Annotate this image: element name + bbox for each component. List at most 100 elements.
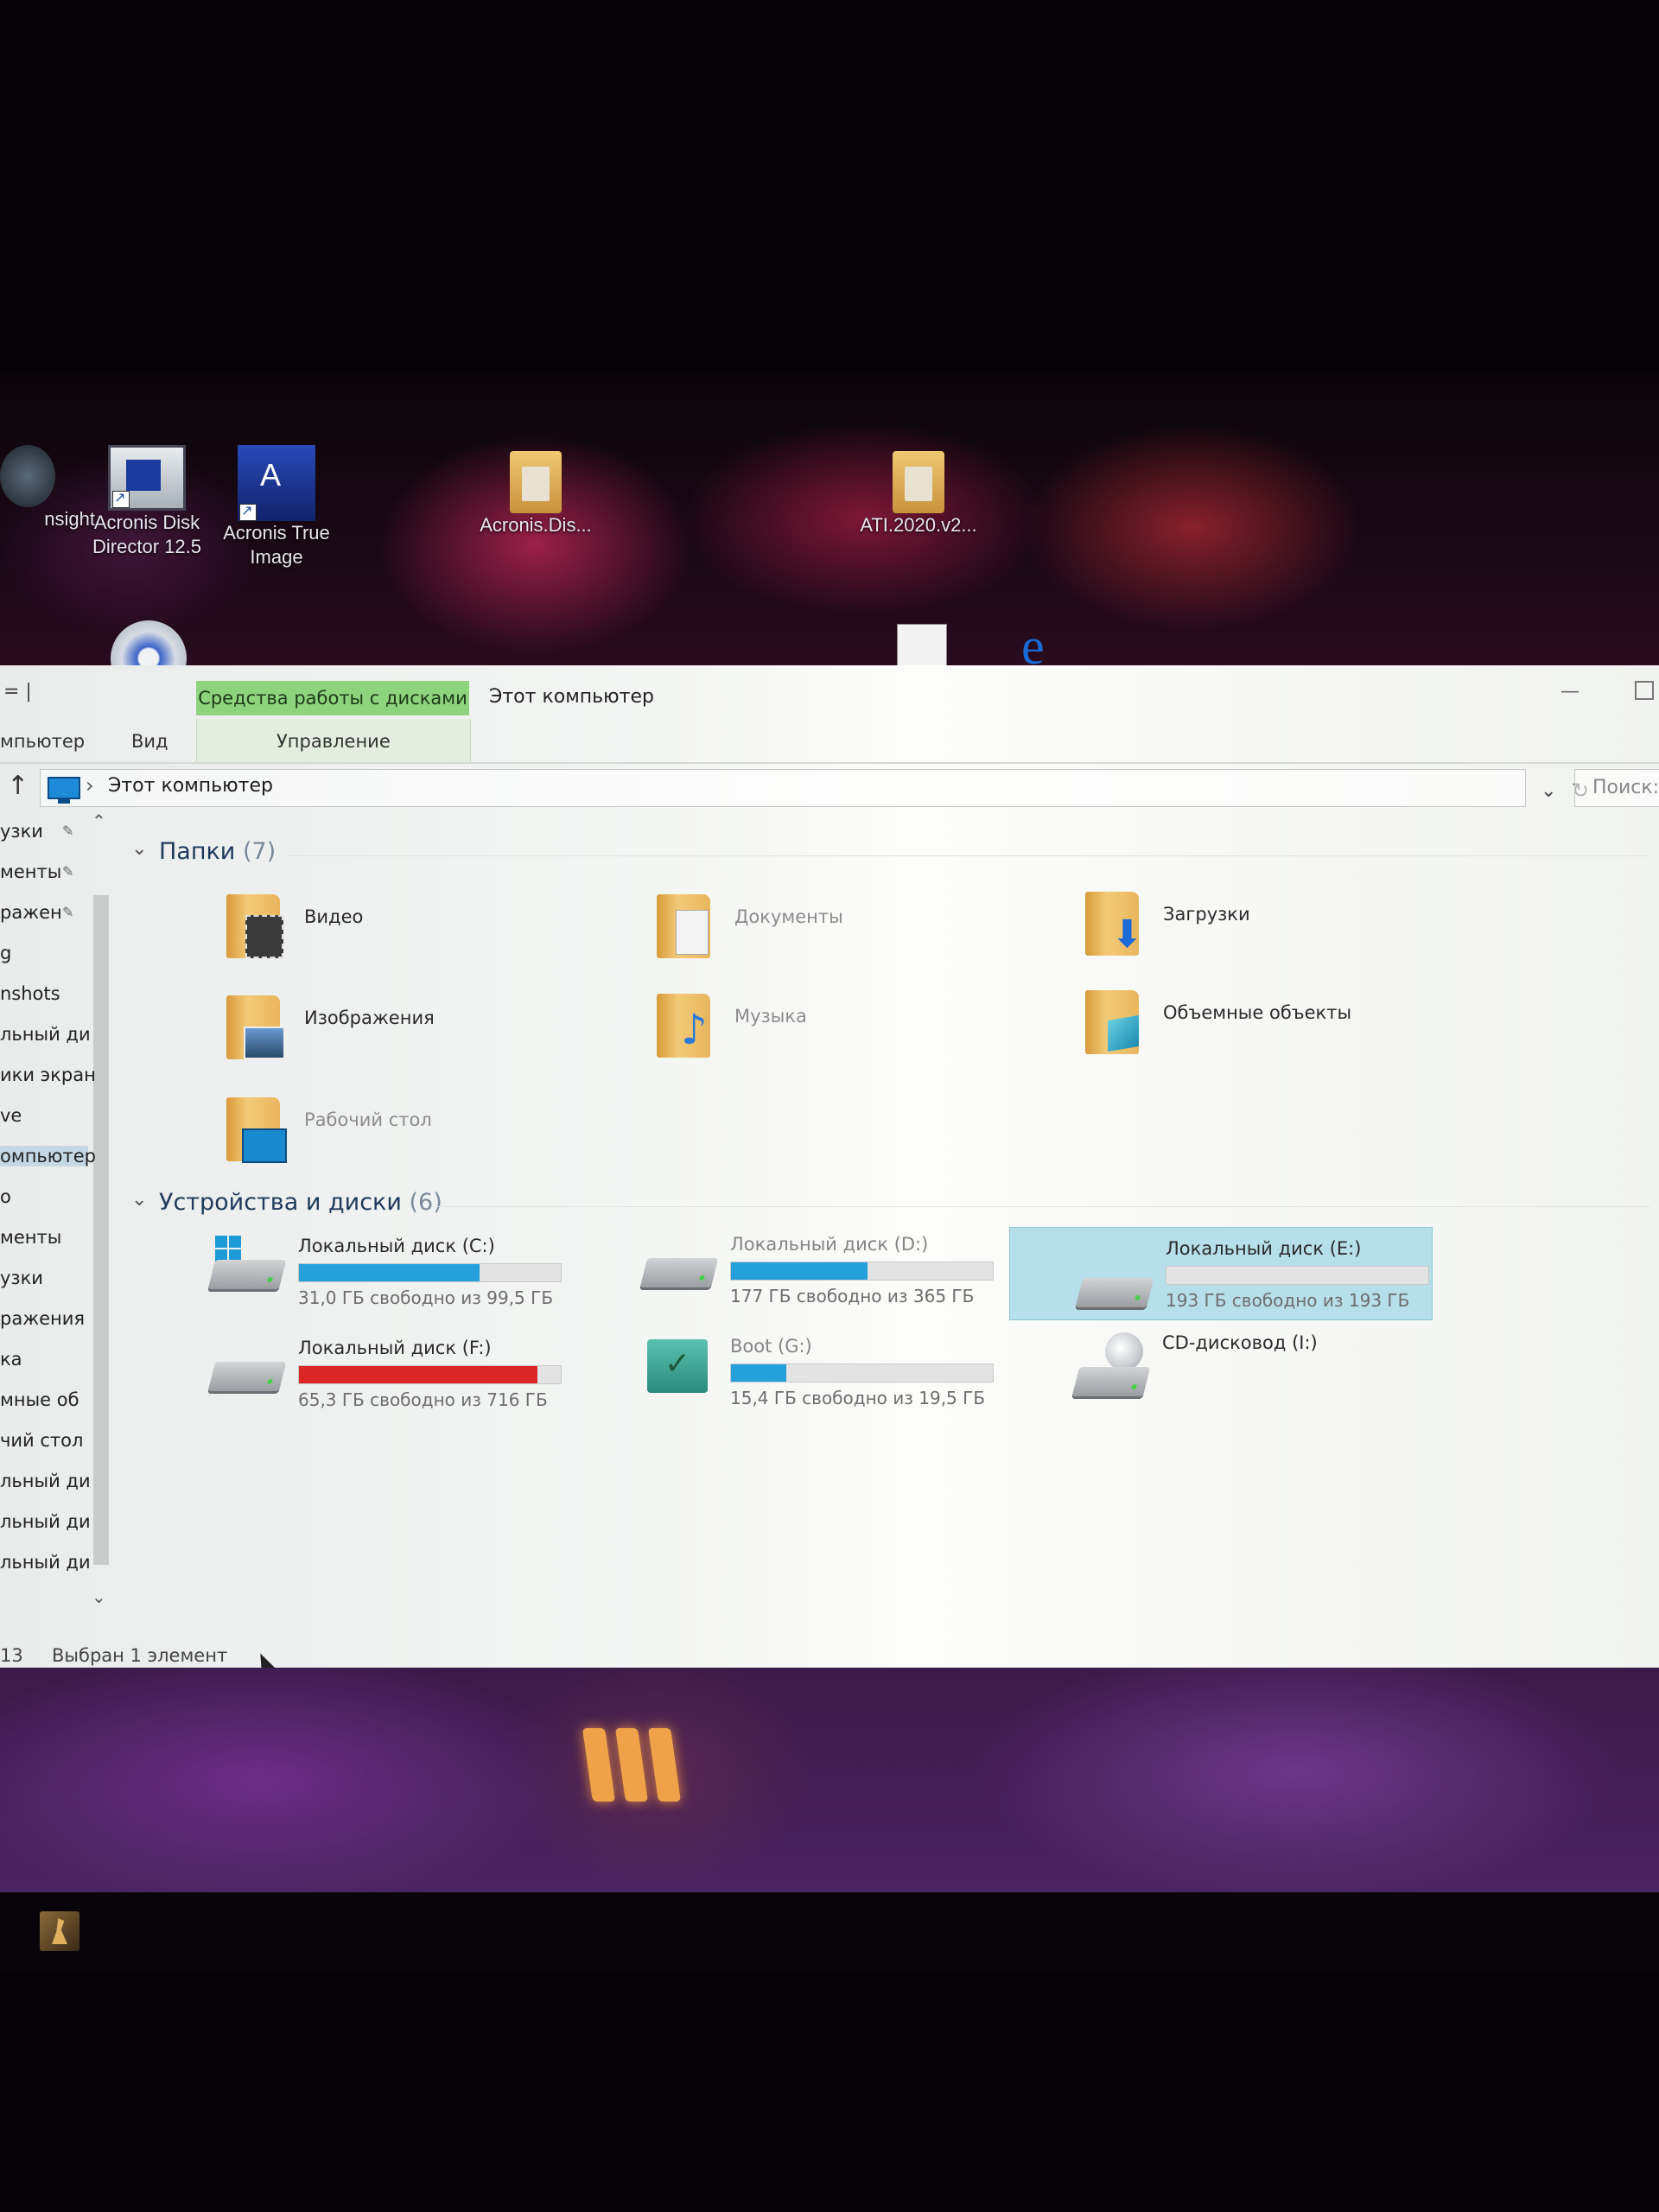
drive-free-space: 15,4 ГБ свободно из 19,5 ГБ <box>730 1388 986 1408</box>
nav-item[interactable]: ики экран <box>0 1065 96 1085</box>
nav-item[interactable]: ражения <box>0 1308 85 1329</box>
cd-drive-icon <box>1071 1332 1154 1402</box>
drive-usage-bar <box>298 1263 562 1282</box>
context-tab-disk-tools[interactable]: Средства работы с дисками <box>196 681 469 715</box>
section-folders-title: Папки <box>159 838 236 865</box>
desktop-wallpaper-bottom <box>0 1668 1659 1892</box>
pin-icon: ✎ <box>62 823 74 839</box>
nav-scrollbar[interactable]: ⌃ ⌄ <box>90 810 112 1619</box>
scroll-down-icon[interactable]: ⌄ <box>92 1586 106 1607</box>
address-bar[interactable]: › Этот компьютер ⌄ ↻ <box>40 769 1589 807</box>
drive-name: Локальный диск (D:) <box>730 1234 929 1255</box>
status-selection: Выбран 1 элемент <box>52 1645 228 1666</box>
tab-computer[interactable]: мпьютер <box>0 731 85 752</box>
drive-usage-bar <box>730 1262 994 1281</box>
nav-item[interactable]: g <box>0 943 11 963</box>
nav-item-label: омпьютер <box>0 1146 96 1166</box>
file-explorer-window: = | Средства работы с дисками Этот компь… <box>0 665 1659 1672</box>
nav-item-label: ка <box>0 1349 22 1370</box>
nav-item[interactable]: мные об <box>0 1389 79 1410</box>
nav-item-label: мные об <box>0 1389 79 1410</box>
drive-usage-bar <box>730 1363 994 1382</box>
desktop-icon-ati-2020-folder[interactable]: ATI.2020.v2... <box>845 451 992 537</box>
nav-item-label: узки <box>0 1268 43 1288</box>
section-devices-title: Устройства и диски <box>159 1189 402 1216</box>
boot-drive-icon <box>644 1336 721 1396</box>
breadcrumb-separator: › <box>86 773 94 798</box>
scroll-up-icon[interactable]: ⌃ <box>92 810 106 831</box>
nav-item-label: nshots <box>0 983 60 1004</box>
chevron-down-icon[interactable]: ⌄ <box>1541 780 1556 802</box>
quick-access-toolbar[interactable]: = | <box>3 681 32 702</box>
collapse-chevron-icon[interactable]: ⌄ <box>131 838 147 860</box>
section-folders-count: (7) <box>242 838 276 865</box>
pictures-folder-icon <box>226 995 285 1059</box>
nav-item[interactable]: менты <box>0 1227 61 1248</box>
taskbar <box>0 1892 1659 1970</box>
archive-folder-icon <box>893 451 944 513</box>
search-input[interactable]: Поиск: <box>1574 769 1659 807</box>
section-divider <box>432 1206 1650 1207</box>
drive-name: Boot (G:) <box>730 1336 812 1357</box>
nav-item-label: g <box>0 943 12 963</box>
archive-folder-icon <box>510 451 562 513</box>
tab-view[interactable]: Вид <box>131 731 168 752</box>
hard-drive-icon <box>639 1234 721 1294</box>
disk-director-icon <box>108 445 186 511</box>
desktop-icon-acronis-dis-folder[interactable]: Acronis.Dis... <box>462 451 609 537</box>
nav-item[interactable]: омпьютер <box>0 1146 96 1166</box>
music-folder-icon: ♪ <box>657 994 710 1058</box>
wallpaper-glow-stripes <box>570 1728 691 1823</box>
nav-item[interactable]: о <box>0 1186 11 1207</box>
drive-free-space: 177 ГБ свободно из 365 ГБ <box>730 1286 975 1306</box>
nav-item-label: льный ди <box>0 1024 91 1045</box>
nav-item[interactable]: узки <box>0 1268 43 1288</box>
nav-item[interactable]: льный ди <box>0 1471 91 1491</box>
maximize-icon[interactable] <box>1635 681 1654 700</box>
drive-usage-fill <box>299 1264 480 1281</box>
desktop-icon-acronis-disk-director[interactable]: Acronis Disk Director 12.5 <box>73 445 220 559</box>
nav-item[interactable]: льный ди <box>0 1511 91 1532</box>
navigation-pane: ⌃ ⌄ узки ✎ менты ✎ ражен ✎ g nshots льный ди ики … <box>0 810 114 1619</box>
breadcrumb[interactable]: Этот компьютер <box>108 775 273 797</box>
address-bar-row: ↑ › Этот компьютер ⌄ ↻ Поиск: <box>0 764 1659 812</box>
3d-objects-folder-icon <box>1085 990 1139 1054</box>
drive-name: CD-дисковод (I:) <box>1162 1332 1318 1353</box>
nav-item[interactable]: ve <box>0 1105 22 1126</box>
drive-name: Локальный диск (C:) <box>298 1236 495 1256</box>
tab-manage[interactable]: Управление <box>276 731 391 752</box>
up-arrow-icon[interactable]: ↑ <box>7 771 29 801</box>
search-placeholder: Поиск: <box>1592 777 1659 798</box>
nav-item[interactable]: ка <box>0 1349 22 1370</box>
desktop-icon-acronis-true-image[interactable]: A Acronis True Image <box>203 445 350 569</box>
insight-icon <box>0 445 55 507</box>
section-devices-count: (6) <box>409 1189 442 1216</box>
nav-item[interactable]: ражен ✎ <box>0 902 73 923</box>
nav-item[interactable]: узки ✎ <box>0 821 73 842</box>
ribbon-tabs: мпьютер Вид Управление <box>0 719 1659 764</box>
nav-item[interactable]: льный ди <box>0 1552 91 1573</box>
nav-item[interactable]: nshots <box>0 983 60 1004</box>
nav-item[interactable]: чий стол <box>0 1430 83 1451</box>
nav-item[interactable]: льный ди <box>0 1024 91 1045</box>
nav-item-label: узки <box>0 821 43 842</box>
taskbar-app-counter-strike-icon[interactable] <box>40 1911 79 1951</box>
true-image-icon: A <box>238 445 315 521</box>
window-title: Этот компьютер <box>489 686 654 708</box>
scrollbar-thumb[interactable] <box>93 895 109 1565</box>
windows-drive-icon <box>207 1236 289 1296</box>
drive-free-space: 193 ГБ свободно из 193 ГБ <box>1166 1290 1410 1311</box>
collapse-chevron-icon[interactable]: ⌄ <box>131 1189 147 1211</box>
status-item-count: 13 <box>0 1645 23 1666</box>
drive-usage-fill <box>731 1364 786 1382</box>
section-devices[interactable]: Устройства и диски (6) <box>159 1189 442 1216</box>
nav-item-label: ve <box>0 1105 22 1126</box>
minimize-icon[interactable]: — <box>1560 681 1580 702</box>
documents-folder-icon <box>657 894 710 958</box>
drive-item[interactable]: Локальный диск (E:) 193 ГБ свободно из 19… <box>1009 1227 1433 1320</box>
downloads-folder-icon: ⬇ <box>1085 892 1143 956</box>
nav-item[interactable]: менты ✎ <box>0 861 73 882</box>
section-folders[interactable]: Папки (7) <box>159 838 276 865</box>
desktop-folder-icon <box>226 1097 287 1163</box>
nav-item-label: менты <box>0 861 62 882</box>
